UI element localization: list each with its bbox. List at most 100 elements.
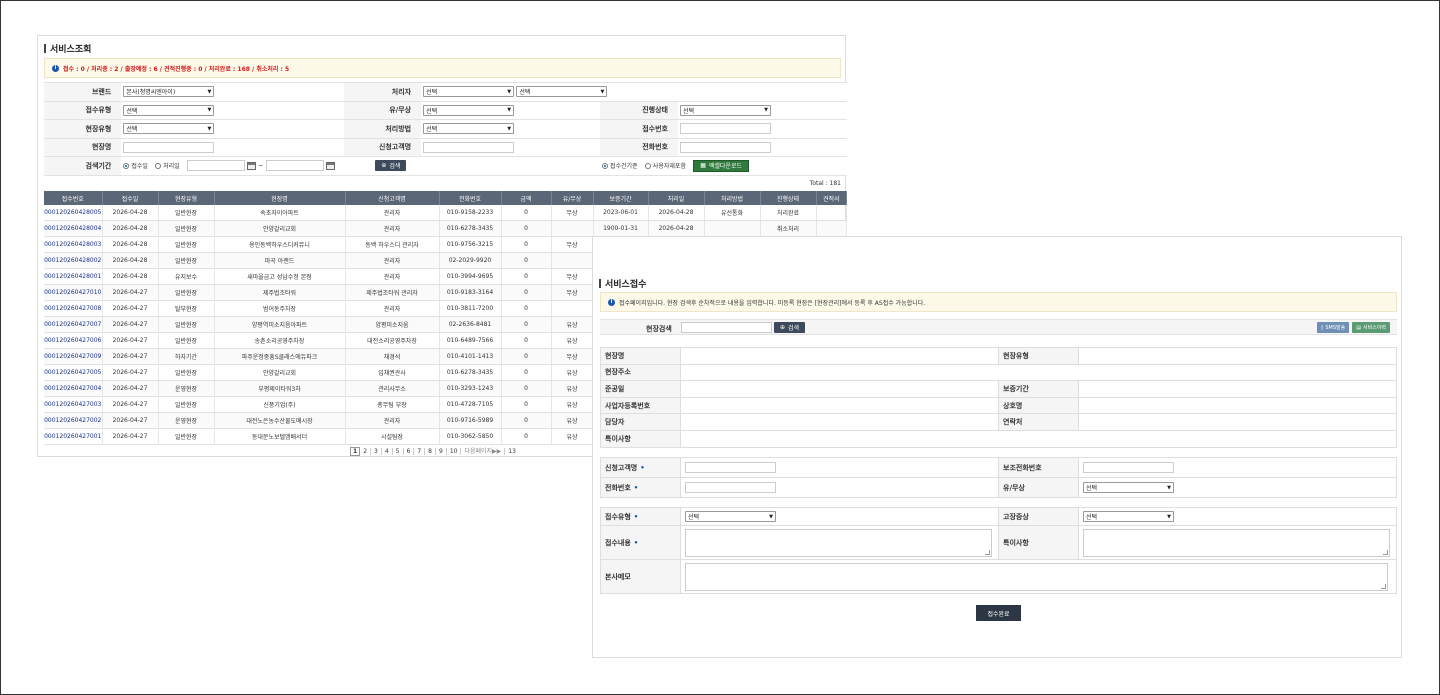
site-name-input[interactable] <box>123 141 215 153</box>
page-link[interactable]: 6 <box>404 448 415 455</box>
table-cell: 운영현장 <box>158 380 215 397</box>
info-icon: i <box>608 298 615 306</box>
table-cell: 2026-04-28 <box>102 205 159 222</box>
biz-no-label: 사업자등록번호 <box>600 396 681 415</box>
page-link[interactable]: 10 <box>447 448 462 455</box>
phone-input[interactable] <box>680 141 771 153</box>
radio-parts-included[interactable] <box>644 162 651 169</box>
site-type-select[interactable]: 선택 ▼ <box>123 123 215 135</box>
phone-input[interactable] <box>685 482 776 493</box>
receipt-no-link[interactable]: 000120260427008 <box>44 300 103 318</box>
site-search-button[interactable]: ⊕ 검색 <box>774 322 806 333</box>
receipt-no-link[interactable]: 000120260428002 <box>44 252 103 270</box>
content-textarea[interactable] <box>685 528 992 557</box>
receipt-no-link[interactable]: 000120260428004 <box>44 220 103 238</box>
date-separator: ~ <box>258 162 264 170</box>
excel-icon: ▦ <box>700 162 706 170</box>
site-search-input[interactable] <box>681 322 772 333</box>
calendar-icon[interactable] <box>247 161 257 170</box>
start-date-input[interactable] <box>186 160 245 172</box>
handler-sub-select[interactable]: 선택 ▼ <box>516 86 608 98</box>
paid-select[interactable]: 선택 ▼ <box>423 104 515 116</box>
table-row[interactable]: 000120260428005 2026-04-28 일반현장 속초자이아파트 관리자 0… <box>44 205 847 222</box>
radio-case-basis[interactable] <box>602 162 608 169</box>
receipt-no-link[interactable]: 000120260427001 <box>44 428 103 445</box>
reception-notice: i 접수페이지입니다. 현장 검색후 순차적으로 내용을 입력합니다. 미등록 … <box>600 292 1397 312</box>
service-history-button[interactable]: ▤ 서비스이력 <box>1352 322 1390 333</box>
radio-receipt-date[interactable] <box>123 162 130 169</box>
radio-case-label: 접수건기준 <box>610 163 638 171</box>
progress-select[interactable]: 선택 ▼ <box>680 104 771 116</box>
table-cell: 0 <box>501 428 552 445</box>
table-cell: 무상 <box>551 268 594 286</box>
memo-textarea[interactable] <box>685 562 1388 591</box>
page-link[interactable]: 2 <box>360 448 372 455</box>
page-link[interactable]: 5 <box>393 448 404 455</box>
page-link[interactable]: 7 <box>414 448 426 455</box>
receipt-no-link[interactable]: 000120260428001 <box>44 268 103 286</box>
receipt-no-link[interactable]: 000120260427002 <box>44 412 103 429</box>
page-link[interactable]: 4 <box>382 448 393 455</box>
table-cell <box>551 220 594 238</box>
symptom-select[interactable]: 선택 ▼ <box>1083 511 1174 522</box>
table-cell: 일반현장 <box>158 252 215 270</box>
table-cell: 0 <box>501 284 552 302</box>
page-link[interactable]: 8 <box>425 448 436 455</box>
applicant-input[interactable] <box>423 141 515 153</box>
receipt-no-link[interactable]: 000120260427009 <box>44 348 103 365</box>
page-link[interactable]: 9 <box>436 448 447 455</box>
receipt-no-link[interactable]: 000120260427006 <box>44 332 103 349</box>
applicant-input[interactable] <box>685 462 776 473</box>
page-link[interactable]: 1 <box>350 447 361 456</box>
handler-select[interactable]: 선택 ▼ <box>423 86 515 98</box>
receipt-no-link[interactable]: 000120260427003 <box>44 396 103 413</box>
brand-select[interactable]: 본사(청명씨엔아이) ▼ <box>123 86 215 98</box>
remarks-textarea[interactable] <box>1083 528 1390 557</box>
page-link[interactable]: 3 <box>371 448 382 455</box>
receipt-no-link[interactable]: 000120260428003 <box>44 236 103 254</box>
receipt-type-select[interactable]: 선택 ▼ <box>685 511 776 522</box>
search-icon: ⊕ <box>381 162 387 170</box>
table-cell: 0 <box>501 348 552 365</box>
receipt-no-link[interactable]: 000120260428005 <box>44 205 103 222</box>
table-cell: 파주운정중흥S클래스에듀파크 <box>214 348 346 365</box>
info-icon: i <box>52 64 59 72</box>
inquiry-search-button[interactable]: ⊕ 검색 <box>375 160 407 172</box>
chevron-down-icon: ▼ <box>207 125 212 132</box>
table-cell: 일반현장 <box>158 220 215 238</box>
table-cell: 0 <box>501 412 552 429</box>
receipt-no-input[interactable] <box>680 123 771 135</box>
site-search-label: 현장검색 <box>646 325 672 333</box>
completion-value <box>680 380 999 398</box>
table-cell: 동대문노보텔앰배서더 <box>214 428 346 445</box>
radio-process-date[interactable] <box>155 162 162 169</box>
receipt-no-link[interactable]: 000120260427010 <box>44 284 103 302</box>
method-select[interactable]: 선택 ▼ <box>423 123 515 135</box>
next-page-link[interactable]: 다음페이지▶▶ <box>461 448 506 455</box>
receipt-type-select[interactable]: 선택 ▼ <box>123 104 215 116</box>
paid-label: 유/무상 <box>343 100 422 120</box>
receipt-no-link[interactable]: 000120260427004 <box>44 380 103 397</box>
table-row[interactable]: 000120260428004 2026-04-28 일반현장 안양갈리교회 관리자 01… <box>44 220 847 238</box>
receipt-no-link[interactable]: 000120260427007 <box>44 316 103 333</box>
sms-send-button[interactable]: ▯ SMS발송 <box>1316 322 1350 333</box>
table-cell: 무상 <box>551 348 594 365</box>
table-cell: 유상 <box>551 364 594 381</box>
receipt-no-link[interactable]: 000120260427005 <box>44 364 103 381</box>
excel-download-button[interactable]: ▦ 엑셀다운로드 <box>693 159 749 172</box>
end-date-input[interactable] <box>265 160 324 172</box>
sub-phone-input[interactable] <box>1083 462 1174 473</box>
table-cell: 일반현장 <box>158 316 215 333</box>
applicant-label: 신청고객명 <box>605 463 638 472</box>
paid-select[interactable]: 선택 ▼ <box>1083 482 1174 493</box>
table-cell: 0 <box>501 268 552 286</box>
last-page-link[interactable]: 13 <box>505 448 519 455</box>
submit-button[interactable]: 접수완료 <box>976 605 1021 621</box>
table-cell: 2026-04-27 <box>102 300 159 318</box>
calendar-icon[interactable] <box>325 161 335 170</box>
table-cell: 0 <box>501 300 552 318</box>
table-cell: 010-6278-3435 <box>439 364 502 381</box>
table-cell: 하자기간 <box>158 348 215 365</box>
column-header: 보증기간 <box>593 191 649 205</box>
table-cell: 임채권관사 <box>345 364 440 381</box>
